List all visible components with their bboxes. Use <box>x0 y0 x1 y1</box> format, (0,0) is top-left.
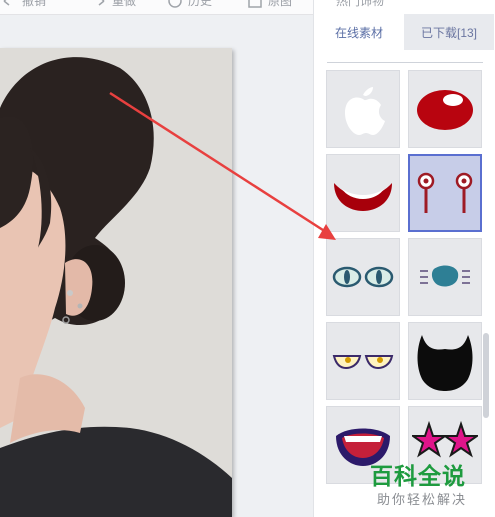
undo-button[interactable]: 撤销 <box>2 0 46 9</box>
panel-tabs: 在线素材 已下载[13] <box>314 14 495 50</box>
panel-scrollbar[interactable] <box>483 333 489 418</box>
history-icon <box>168 0 182 8</box>
sticker-item[interactable] <box>326 154 400 232</box>
category-dropdown[interactable]: 热门饰物 <box>336 0 384 9</box>
redo-label: 重做 <box>112 0 137 8</box>
tab-online-materials[interactable]: 在线素材 <box>314 14 404 50</box>
undo-icon <box>3 0 10 6</box>
panel-top-bar: 热门饰物 <box>314 0 495 10</box>
divider <box>327 62 483 63</box>
watermark-title: 百科全说 <box>370 464 466 490</box>
photo-canvas[interactable] <box>0 48 232 517</box>
sticker-item[interactable] <box>408 238 482 316</box>
sticker-item[interactable] <box>408 70 482 148</box>
portrait-photo <box>0 48 232 517</box>
original-image-icon <box>248 0 262 8</box>
sleepy-eyes-icon <box>332 355 394 370</box>
sticker-item[interactable] <box>326 70 400 148</box>
hanging-eyes-icon <box>417 172 473 213</box>
watermark-subtitle: 助你轻松解决 <box>377 493 468 508</box>
toolbar: 撤销 重做 历史 原图 <box>0 0 313 15</box>
red-smile-mouth-icon <box>334 183 392 211</box>
tab-downloaded[interactable]: 已下载[13] <box>404 14 494 50</box>
apple-logo-icon <box>345 87 385 135</box>
sticker-item[interactable] <box>326 322 400 400</box>
history-button[interactable]: 历史 <box>168 0 212 9</box>
blue-cat-eyes-icon <box>332 266 394 288</box>
watermark: 百科全说 助你轻松解决 <box>365 455 490 510</box>
redo-button[interactable]: 重做 <box>92 0 136 9</box>
blue-nose-whiskers-icon <box>420 265 470 287</box>
original-image-button[interactable]: 原图 <box>248 0 292 9</box>
sticker-item-selected[interactable] <box>408 154 482 232</box>
history-label: 历史 <box>188 0 213 8</box>
redo-icon <box>98 0 105 6</box>
sticker-item[interactable] <box>326 238 400 316</box>
black-beard-icon <box>417 335 473 391</box>
undo-label: 撤销 <box>22 0 47 8</box>
sticker-item[interactable] <box>408 322 482 400</box>
sticker-panel: 热门饰物 在线素材 已下载[13] <box>313 0 495 517</box>
original-image-label: 原图 <box>268 0 293 8</box>
red-clown-nose-icon <box>417 90 473 130</box>
